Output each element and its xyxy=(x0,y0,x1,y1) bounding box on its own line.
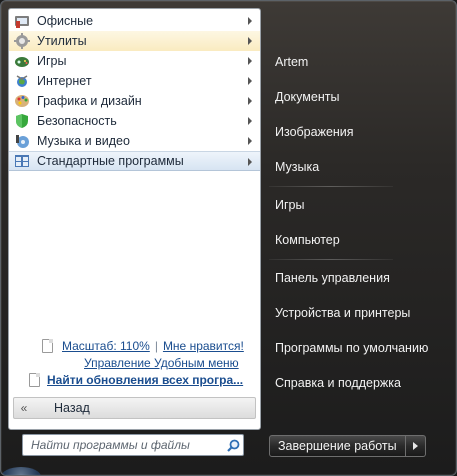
find-updates-link[interactable]: Найти обновления всех програ... xyxy=(47,373,243,387)
right-divider xyxy=(269,259,393,260)
menu-item-label: Графика и дизайн xyxy=(37,94,142,108)
menu-item-graphics[interactable]: Графика и дизайн xyxy=(9,91,260,111)
shutdown-options-arrow-icon[interactable] xyxy=(405,435,426,457)
internet-globe-icon xyxy=(13,72,31,90)
shutdown-button[interactable]: Завершение работы xyxy=(269,435,406,457)
search-icon[interactable] xyxy=(223,435,243,455)
menu-item-music-video[interactable]: Музыка и видео xyxy=(9,131,260,151)
back-label: Назад xyxy=(54,401,90,415)
start-menu: Офисные Утилиты Игры Интернет Графика и … xyxy=(0,0,457,476)
games-item[interactable]: Игры xyxy=(275,198,304,212)
programs-pane: Офисные Утилиты Игры Интернет Графика и … xyxy=(8,8,261,430)
menu-item-security[interactable]: Безопасность xyxy=(9,111,260,131)
menu-item-label: Игры xyxy=(37,54,67,68)
submenu-arrow-icon xyxy=(248,37,252,45)
menu-item-office[interactable]: Офисные xyxy=(9,11,260,31)
submenu-arrow-icon xyxy=(248,158,252,166)
like-link[interactable]: Мне нравится! xyxy=(163,339,244,353)
submenu-arrow-icon xyxy=(248,57,252,65)
menu-item-label: Музыка и видео xyxy=(37,134,130,148)
help-support-item[interactable]: Справка и поддержка xyxy=(275,376,401,390)
updates-row: Найти обновления всех програ... xyxy=(47,373,243,387)
pictures-item[interactable]: Изображения xyxy=(275,125,354,139)
menu-item-standard-programs[interactable]: Стандартные программы xyxy=(9,151,260,171)
menu-item-utilities[interactable]: Утилиты xyxy=(9,31,260,51)
menu-item-games[interactable]: Игры xyxy=(9,51,260,71)
shutdown-group: Завершение работы xyxy=(269,435,426,457)
devices-printers-item[interactable]: Устройства и принтеры xyxy=(275,306,410,320)
submenu-arrow-icon xyxy=(248,77,252,85)
submenu-arrow-icon xyxy=(248,137,252,145)
control-panel-item[interactable]: Панель управления xyxy=(275,271,390,285)
utilities-gear-icon xyxy=(13,32,31,50)
separator: | xyxy=(154,339,158,353)
manage-row: Управление Удобным меню xyxy=(84,356,239,370)
submenu-arrow-icon xyxy=(248,117,252,125)
document-icon xyxy=(42,339,53,353)
computer-item[interactable]: Компьютер xyxy=(275,233,340,247)
documents-item[interactable]: Документы xyxy=(275,90,339,104)
start-orb-icon[interactable] xyxy=(1,467,41,475)
menu-item-internet[interactable]: Интернет xyxy=(9,71,260,91)
programs-list: Офисные Утилиты Игры Интернет Графика и … xyxy=(9,11,260,171)
menu-item-label: Стандартные программы xyxy=(37,154,184,168)
menu-item-label: Офисные xyxy=(37,14,94,28)
music-item[interactable]: Музыка xyxy=(275,160,319,174)
office-icon xyxy=(13,12,31,30)
back-arrows-icon: « xyxy=(20,401,28,415)
music-note-icon xyxy=(13,132,31,150)
search-input[interactable] xyxy=(23,438,223,452)
submenu-arrow-icon xyxy=(248,17,252,25)
back-button[interactable]: « Назад xyxy=(13,397,256,419)
menu-item-label: Утилиты xyxy=(37,34,87,48)
search-box xyxy=(22,434,244,456)
scale-like-row: Масштаб: 110% | Мне нравится! xyxy=(62,339,244,353)
submenu-arrow-icon xyxy=(248,97,252,105)
menu-item-label: Безопасность xyxy=(37,114,117,128)
graphics-palette-icon xyxy=(13,92,31,110)
default-programs-item[interactable]: Программы по умолчанию xyxy=(275,341,428,355)
document-icon xyxy=(29,373,40,387)
standard-programs-icon xyxy=(13,152,31,170)
manage-menu-link[interactable]: Управление Удобным меню xyxy=(84,356,239,370)
menu-item-label: Интернет xyxy=(37,74,92,88)
games-gamepad-icon xyxy=(13,52,31,70)
user-name-item[interactable]: Artem xyxy=(275,55,308,69)
right-divider xyxy=(269,186,393,187)
security-shield-icon xyxy=(13,112,31,130)
scale-link[interactable]: Масштаб: 110% xyxy=(62,339,150,353)
